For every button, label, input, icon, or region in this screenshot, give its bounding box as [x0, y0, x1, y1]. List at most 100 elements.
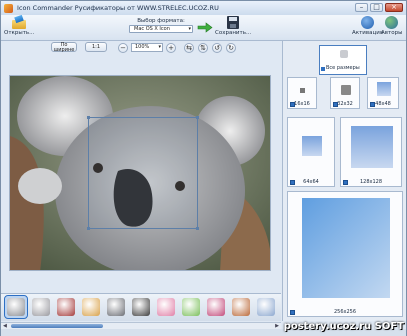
- minus-icon: −: [120, 44, 126, 52]
- thumbnail-koala-small[interactable]: [30, 296, 52, 318]
- size-card-128[interactable]: 128x128: [340, 117, 402, 187]
- thumbnail-character[interactable]: [230, 296, 252, 318]
- icon-preview-16: [300, 88, 305, 93]
- character-icon: [232, 298, 250, 316]
- crop-handle-bottom-right[interactable]: [196, 227, 199, 230]
- maximize-button[interactable]: □: [370, 3, 383, 12]
- format-select[interactable]: Mac OS X Icon ▾: [129, 25, 193, 33]
- title-bar: Icon Commander Русификаторы от WWW.STREL…: [1, 1, 406, 15]
- fit-width-label: По ширине: [53, 42, 75, 53]
- icon-preview-48: [377, 82, 391, 96]
- icon-preview-256: [302, 198, 390, 298]
- thumbnail-cake[interactable]: [80, 296, 102, 318]
- app-window: Icon Commander Русификаторы от WWW.STREL…: [0, 0, 407, 336]
- cow-icon: [207, 298, 225, 316]
- open-label: Открыть...: [4, 30, 35, 36]
- crop-handle-top-right[interactable]: [196, 116, 199, 119]
- size-label-16: 16x16: [294, 101, 310, 107]
- thumbnail-wine[interactable]: [55, 296, 77, 318]
- crop-handle-top-left[interactable]: [87, 116, 90, 119]
- icon-preview-32: [341, 85, 351, 95]
- thumbnail-gift[interactable]: [155, 296, 177, 318]
- rotate-right-button[interactable]: ↻: [226, 43, 236, 53]
- crop-handle-bottom-left[interactable]: [87, 227, 90, 230]
- film-icon: [132, 298, 150, 316]
- floppy-disk-icon: [227, 16, 240, 29]
- thumbnail-film[interactable]: [130, 296, 152, 318]
- size-card-32[interactable]: 32x32: [330, 77, 360, 109]
- authors-label: Авторы: [381, 30, 403, 36]
- activate-button[interactable]: Активация: [352, 16, 383, 36]
- size-card-48[interactable]: 48x48: [367, 77, 399, 109]
- format-group: Выбор формата: Mac OS X Icon ▾: [129, 17, 193, 33]
- size-label-64: 64x64: [303, 179, 319, 185]
- all-sizes-card[interactable]: Все размеры: [319, 45, 367, 75]
- main-toolbar: Открыть... Выбор формата: Mac OS X Icon …: [1, 15, 406, 41]
- size-card-16[interactable]: 16x16: [287, 77, 317, 109]
- key-globe-icon: [361, 16, 375, 29]
- size-card-256[interactable]: 256x256: [287, 191, 403, 317]
- arrow-right-icon: [197, 22, 213, 33]
- zoom-out-button[interactable]: −: [118, 43, 128, 53]
- thumbnail-koala[interactable]: [4, 295, 28, 319]
- recent-icons-strip: [1, 293, 281, 321]
- zoom-in-button[interactable]: +: [166, 43, 176, 53]
- size-label-256: 256x256: [333, 309, 357, 315]
- icon-preview-64: [302, 136, 322, 156]
- wine-icon: [57, 298, 75, 316]
- close-button[interactable]: ×: [385, 3, 403, 12]
- save-label: Сохранить...: [215, 30, 252, 36]
- flip-horizontal-icon: ⇆: [186, 44, 192, 52]
- size-label-128: 128x128: [359, 179, 383, 185]
- size-card-64[interactable]: 64x64: [287, 117, 335, 187]
- app-icon: [4, 3, 13, 13]
- flip-vertical-icon: ⇅: [200, 44, 206, 52]
- all-sizes-icon: [340, 50, 348, 58]
- view-toolbar: По ширине 1:1 − 100% ▾ + ⇆ ⇅ ↺ ↻: [1, 41, 281, 55]
- flip-horizontal-button[interactable]: ⇆: [184, 43, 194, 53]
- flip-vertical-button[interactable]: ⇅: [198, 43, 208, 53]
- koala-icon: [7, 298, 25, 316]
- fit-width-button[interactable]: По ширине: [51, 42, 77, 52]
- rotate-left-button[interactable]: ↺: [212, 43, 222, 53]
- open-button[interactable]: Открыть...: [4, 16, 34, 36]
- zoom-value: 100%: [135, 44, 150, 50]
- all-sizes-checkbox[interactable]: [321, 67, 325, 71]
- chevron-down-icon: ▾: [158, 44, 161, 50]
- all-sizes-label: Все размеры: [326, 65, 360, 71]
- rotate-right-icon: ↻: [228, 44, 234, 52]
- format-select-value: Mac OS X Icon: [134, 26, 170, 32]
- cake-icon: [82, 298, 100, 316]
- icon-preview-128: [351, 126, 393, 168]
- extra-icon: [257, 298, 275, 316]
- plus-icon: +: [168, 44, 174, 52]
- thumbnail-extra[interactable]: [255, 296, 277, 318]
- folder-open-icon: [11, 16, 27, 29]
- activate-label: Активация: [352, 30, 384, 36]
- format-label: Выбор формата:: [137, 18, 185, 24]
- minimize-button[interactable]: –: [355, 3, 368, 12]
- thumbnail-scrollbar[interactable]: ◀ ▶: [1, 322, 281, 329]
- size-label-32: 32x32: [337, 101, 353, 107]
- users-icon: [385, 16, 399, 29]
- thumbnail-cow[interactable]: [205, 296, 227, 318]
- window-title: Icon Commander Русификаторы от WWW.STREL…: [17, 4, 219, 12]
- save-button[interactable]: Сохранить...: [215, 16, 251, 36]
- crop-selection[interactable]: [87, 116, 199, 230]
- thumbnail-tv[interactable]: [105, 296, 127, 318]
- gift-icon: [157, 298, 175, 316]
- actual-size-label: 1:1: [91, 44, 101, 50]
- thumbnail-gift-green[interactable]: [180, 296, 202, 318]
- authors-button[interactable]: Авторы: [381, 16, 402, 36]
- window-controls: – □ ×: [355, 3, 403, 12]
- actual-size-button[interactable]: 1:1: [85, 42, 107, 52]
- gift-green-icon: [182, 298, 200, 316]
- scrollbar-thumb[interactable]: [11, 324, 103, 328]
- rotate-left-icon: ↺: [214, 44, 220, 52]
- chevron-down-icon: ▾: [188, 26, 191, 32]
- image-canvas[interactable]: [9, 75, 271, 271]
- size-label-48: 48x48: [375, 101, 391, 107]
- zoom-select[interactable]: 100% ▾: [131, 43, 163, 52]
- watermark-text: postery.ucoz.ru SOFT: [283, 321, 404, 332]
- tv-icon: [107, 298, 125, 316]
